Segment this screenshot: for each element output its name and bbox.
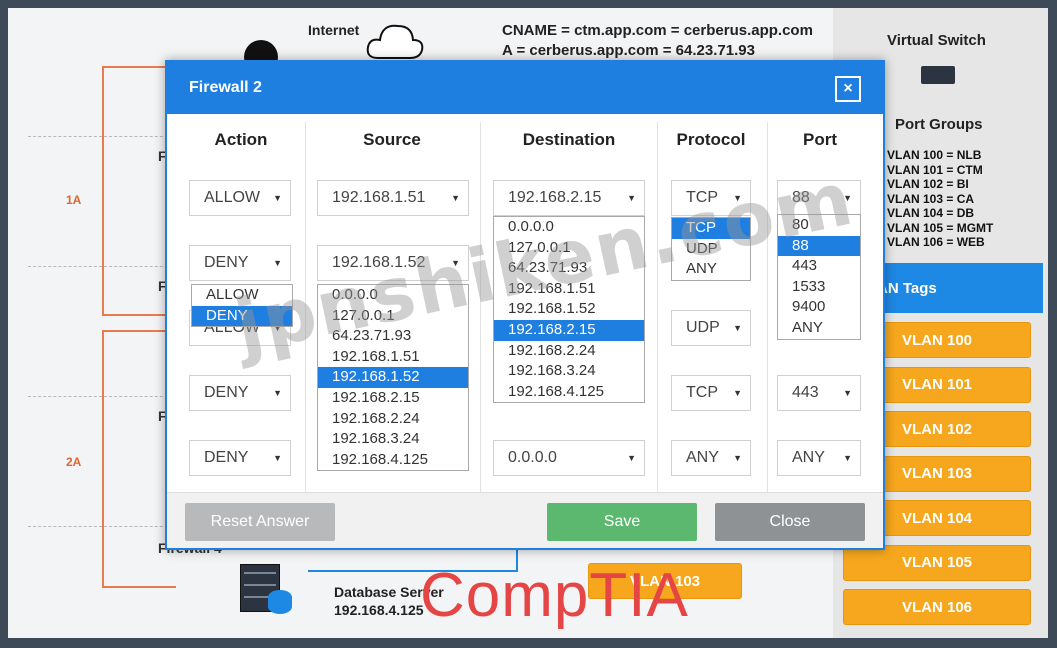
- database-server-ip: 192.168.4.125: [334, 602, 424, 618]
- port-group-item: VLAN 103 = CA: [887, 191, 975, 206]
- chevron-down-icon: ▼: [273, 258, 282, 268]
- port-group-item: VLAN 104 = DB: [887, 206, 975, 220]
- save-button[interactable]: Save: [547, 503, 697, 541]
- dropdown-option[interactable]: 192.168.2.24: [318, 409, 468, 430]
- row-1-destination-select-value: 192.168.2.15: [508, 189, 602, 206]
- dropdown-option[interactable]: 192.168.3.24: [494, 361, 644, 382]
- dropdown-option[interactable]: 9400: [778, 297, 860, 318]
- dropdown-option[interactable]: 192.168.4.125: [494, 382, 644, 403]
- reset-answer-button[interactable]: Reset Answer: [185, 503, 335, 541]
- port-group-item: VLAN 106 = WEB: [887, 235, 985, 249]
- row-4-action-select[interactable]: DENY ▼: [189, 440, 291, 476]
- row-1-action-select[interactable]: ALLOW ▼: [189, 180, 291, 216]
- header-protocol: Protocol: [676, 130, 746, 149]
- row-3-port-select[interactable]: 443 ▼: [777, 375, 861, 411]
- close-icon[interactable]: ×: [835, 76, 861, 102]
- dialog-title: Firewall 2: [189, 79, 262, 96]
- row-3-action-select[interactable]: DENY ▼: [189, 375, 291, 411]
- row-4-protocol-select-value: ANY: [686, 449, 719, 466]
- row-4-destination-select[interactable]: 0.0.0.0 ▼: [493, 440, 645, 476]
- row-2-protocol-select-value: UDP: [686, 319, 720, 336]
- row-2-protocol-select[interactable]: UDP ▼: [671, 310, 751, 346]
- dropdown-option[interactable]: 192.168.3.24: [318, 429, 468, 450]
- row-1-source-select[interactable]: 192.168.1.51 ▼: [317, 180, 469, 216]
- port-groups-title: Port Groups: [895, 116, 983, 133]
- chevron-down-icon: ▼: [733, 388, 742, 398]
- header-destination: Destination: [522, 130, 616, 149]
- chevron-down-icon: ▼: [627, 453, 636, 463]
- vlan-tag-106[interactable]: VLAN 106: [843, 589, 1031, 625]
- dialog-footer: Reset Answer Save Close: [167, 492, 883, 548]
- chevron-down-icon: ▼: [273, 193, 282, 203]
- row-4-port-select[interactable]: ANY ▼: [777, 440, 861, 476]
- header-action: Action: [214, 130, 268, 149]
- dropdown-option[interactable]: 192.168.2.24: [494, 341, 644, 362]
- dropdown-option[interactable]: 192.168.2.15: [318, 388, 468, 409]
- dialog-header: Firewall 2: [167, 62, 883, 114]
- row-4-port-select-value: ANY: [792, 449, 825, 466]
- row-4-destination-select-value: 0.0.0.0: [508, 449, 557, 466]
- port-group-item: VLAN 101 = CTM: [887, 162, 983, 177]
- port-group-item: VLAN 102 = BI: [887, 177, 969, 191]
- cloud-icon: [366, 24, 424, 59]
- dropdown-option[interactable]: 192.168.1.52: [318, 367, 468, 388]
- dropdown-option[interactable]: 192.168.2.15: [494, 319, 644, 341]
- chevron-down-icon: ▼: [843, 453, 852, 463]
- chevron-down-icon: ▼: [843, 388, 852, 398]
- row-4-protocol-select[interactable]: ANY ▼: [671, 440, 751, 476]
- dns-cname: CNAME = ctm.app.com = cerberus.app.com: [502, 22, 813, 39]
- internet-label: Internet: [308, 22, 360, 38]
- zone-2a: 2A: [66, 455, 82, 469]
- chevron-down-icon: ▼: [273, 388, 282, 398]
- virtual-switch-title: Virtual Switch: [887, 32, 986, 49]
- dropdown-option[interactable]: 1533: [778, 277, 860, 298]
- header-port: Port: [803, 130, 837, 149]
- row-3-action-select-value: DENY: [204, 384, 249, 401]
- row-1-source-select-value: 192.168.1.51: [332, 189, 426, 206]
- port-groups-list: VLAN 100 = NLB VLAN 101 = CTM VLAN 102 = B…: [887, 148, 993, 250]
- dropdown-option[interactable]: 192.168.4.125: [318, 450, 468, 471]
- chevron-down-icon: ▼: [451, 193, 460, 203]
- chevron-down-icon: ▼: [733, 323, 742, 333]
- chevron-down-icon: ▼: [733, 453, 742, 463]
- row-1-action-select-value: ALLOW: [204, 189, 261, 206]
- zone-1a: 1A: [66, 193, 82, 207]
- dns-a-record: A = cerberus.app.com = 64.23.71.93: [502, 42, 755, 59]
- port-group-item: VLAN 105 = MGMT: [887, 220, 994, 235]
- dropdown-option[interactable]: 443: [778, 256, 860, 277]
- dropdown-option[interactable]: ANY: [778, 318, 860, 339]
- close-button[interactable]: Close: [715, 503, 865, 541]
- chevron-down-icon: ▼: [273, 453, 282, 463]
- header-source: Source: [363, 130, 421, 149]
- comptia-logo: CompTIA: [420, 561, 689, 630]
- port-group-item: VLAN 100 = NLB: [887, 148, 982, 162]
- row-3-port-select-value: 443: [792, 384, 819, 401]
- row-3-protocol-select-value: TCP: [686, 384, 718, 401]
- row-2-action-select-value: DENY: [204, 254, 249, 271]
- database-server-icon: [240, 564, 292, 614]
- switch-icon: [921, 66, 955, 84]
- row-3-protocol-select[interactable]: TCP ▼: [671, 375, 751, 411]
- row-4-action-select-value: DENY: [204, 449, 249, 466]
